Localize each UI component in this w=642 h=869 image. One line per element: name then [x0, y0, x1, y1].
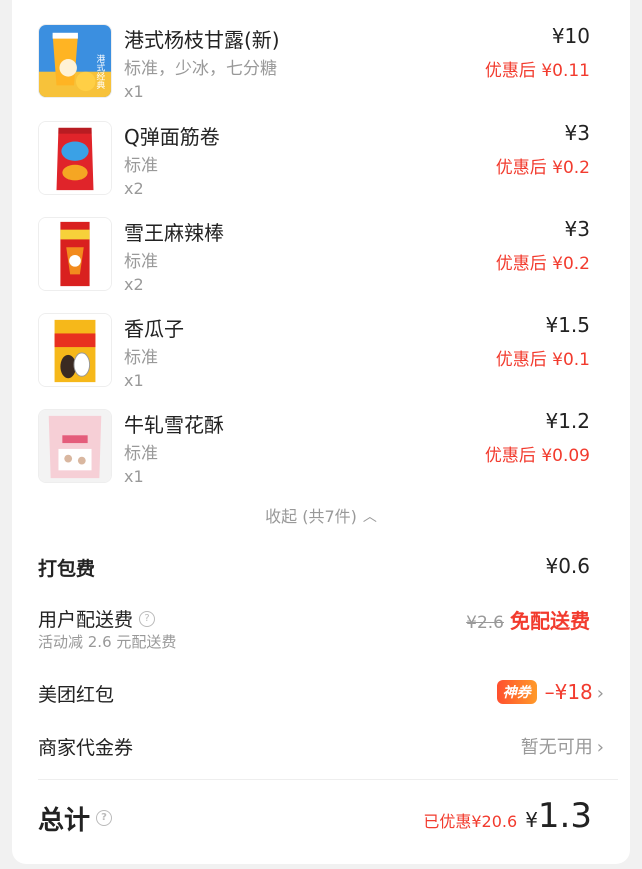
item-price: ¥1.5	[545, 313, 590, 337]
item-price: ¥3	[564, 217, 590, 241]
order-item[interactable]: 牛轧雪花酥 标准 x1 ¥1.2 优惠后 ¥0.09	[38, 409, 604, 505]
item-name: 雪王麻辣棒	[124, 221, 224, 245]
divider	[38, 779, 618, 780]
item-spec: 标准	[124, 156, 158, 176]
item-spec: 标准	[124, 348, 158, 368]
collapse-items-button[interactable]: 收起 (共7件) ︿	[12, 503, 630, 527]
packing-fee-label: 打包费	[38, 558, 96, 580]
chevron-right-icon: ›	[596, 683, 604, 704]
item-quantity: x2	[124, 275, 144, 294]
item-spec: 标准	[124, 444, 158, 464]
item-quantity: x1	[124, 82, 144, 101]
delivery-original-fee: ¥2.6	[466, 613, 504, 633]
pastry-bag-icon	[38, 409, 112, 483]
total-value: 1.3	[537, 796, 592, 836]
red-packet-value[interactable]: 神券 –¥18 ›	[496, 680, 604, 706]
total-amount: 已优惠¥20.6 ¥1.3	[423, 796, 592, 836]
total-saved: 已优惠¥20.6	[423, 812, 518, 831]
help-icon[interactable]: ?	[139, 610, 156, 627]
mango-drink-icon: 港式经典	[38, 24, 112, 98]
item-price: ¥1.2	[545, 409, 590, 433]
item-discounted-price: 优惠后 ¥0.2	[495, 158, 590, 178]
red-packet-row[interactable]: 美团红包 神券 –¥18 ›	[38, 680, 604, 710]
delivery-fee-row: 用户配送费? 活动减 2.6 元配送费 ¥2.6 免配送费	[38, 605, 604, 657]
item-discounted-price: 优惠后 ¥0.2	[495, 254, 590, 274]
snack-bag-icon	[38, 217, 112, 291]
currency-symbol: ¥	[525, 808, 538, 832]
voucher-status: 暂无可用	[520, 737, 593, 758]
help-icon[interactable]: ?	[96, 809, 113, 826]
delivery-fee-value: ¥2.6 免配送费	[466, 605, 590, 634]
item-quantity: x1	[124, 467, 144, 486]
delivery-fee-note: 活动减 2.6 元配送费	[38, 633, 177, 651]
total-label: 总计?	[38, 800, 113, 837]
red-packet-amount: –¥18	[544, 680, 593, 704]
item-discounted-price: 优惠后 ¥0.11	[484, 61, 590, 81]
delivery-fee-label-text: 用户配送费	[38, 609, 134, 631]
coupon-badge: 神券	[496, 680, 537, 704]
snack-bag-icon	[38, 121, 112, 195]
merchant-voucher-label: 商家代金券	[38, 737, 134, 759]
order-item[interactable]: Q弹面筋卷 标准 x2 ¥3 优惠后 ¥0.2	[38, 121, 604, 217]
item-quantity: x2	[124, 179, 144, 198]
item-name: 港式杨枝甘露(新)	[124, 28, 280, 52]
chevron-right-icon: ›	[596, 737, 604, 758]
item-price: ¥3	[564, 121, 590, 145]
total-label-text: 总计	[38, 806, 91, 836]
order-item[interactable]: 香瓜子 标准 x1 ¥1.5 优惠后 ¥0.1	[38, 313, 604, 409]
merchant-voucher-row[interactable]: 商家代金券 暂无可用 ›	[38, 733, 604, 763]
item-name: 香瓜子	[124, 317, 184, 341]
packing-fee-row: 打包费 ¥0.6	[38, 554, 604, 584]
item-spec: 标准	[124, 252, 158, 272]
chevron-up-icon: ︿	[362, 509, 377, 525]
order-item[interactable]: 雪王麻辣棒 标准 x2 ¥3 优惠后 ¥0.2	[38, 217, 604, 313]
seed-bag-icon	[38, 313, 112, 387]
order-item[interactable]: 港式经典 港式杨枝甘露(新) 标准，少冰，七分糖 x1 ¥10 优惠后 ¥0.1…	[38, 24, 604, 120]
item-discounted-price: 优惠后 ¥0.09	[484, 446, 590, 466]
order-summary-card: 港式经典 港式杨枝甘露(新) 标准，少冰，七分糖 x1 ¥10 优惠后 ¥0.1…	[12, 0, 630, 864]
item-spec: 标准，少冰，七分糖	[124, 59, 277, 79]
free-delivery-text: 免配送费	[510, 609, 590, 633]
item-name: Q弹面筋卷	[124, 125, 220, 149]
svg-text:港式经典: 港式经典	[94, 53, 104, 90]
collapse-label: 收起 (共7件)	[265, 507, 357, 526]
delivery-fee-label: 用户配送费?	[38, 605, 156, 632]
packing-fee-value: ¥0.6	[545, 554, 590, 578]
item-discounted-price: 优惠后 ¥0.1	[495, 350, 590, 370]
red-packet-label: 美团红包	[38, 684, 115, 706]
item-price: ¥10	[551, 24, 590, 48]
item-quantity: x1	[124, 371, 144, 390]
item-name: 牛轧雪花酥	[124, 413, 224, 437]
merchant-voucher-value[interactable]: 暂无可用 ›	[521, 733, 604, 759]
